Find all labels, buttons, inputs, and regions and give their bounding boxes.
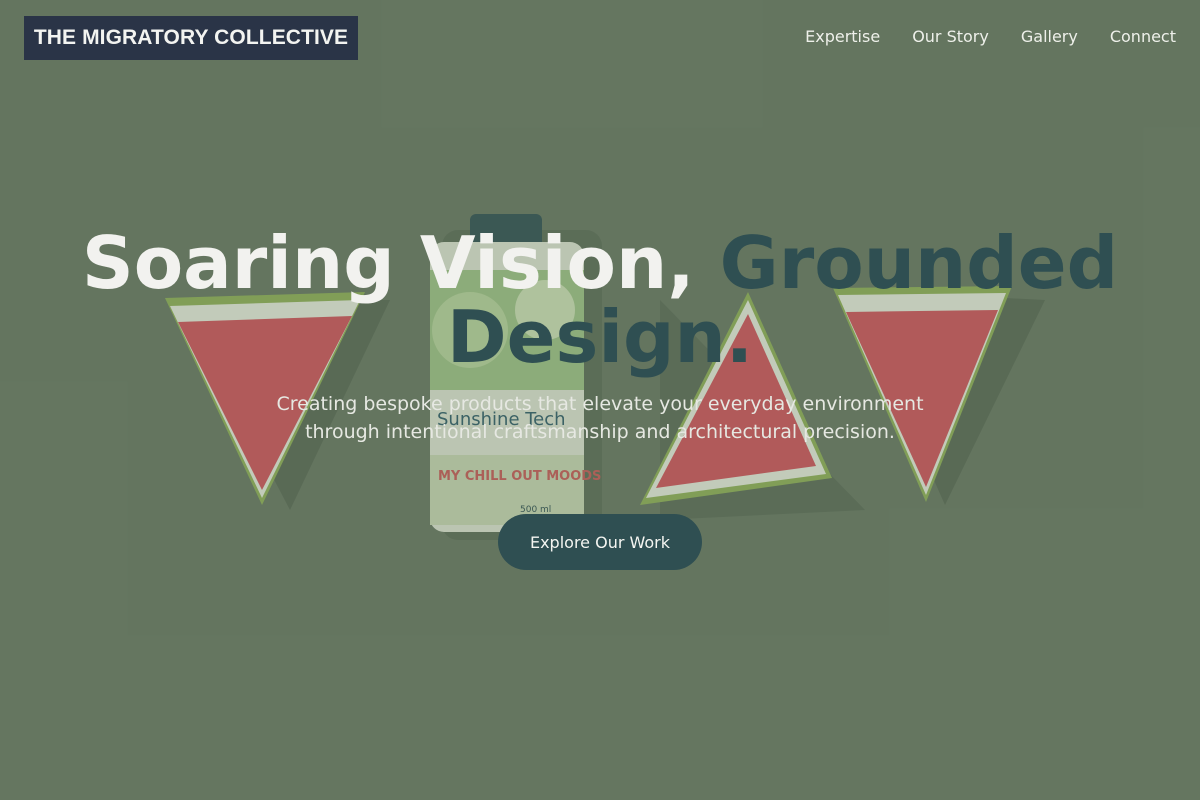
hero-subtitle: Creating bespoke products that elevate y… bbox=[276, 393, 924, 443]
nav-item-connect[interactable]: Connect bbox=[1110, 27, 1176, 47]
nav-item-gallery[interactable]: Gallery bbox=[1021, 27, 1078, 47]
main-nav: Expertise Our Story Gallery Connect bbox=[805, 27, 1176, 47]
explore-work-button[interactable]: Explore Our Work bbox=[498, 514, 702, 570]
nav-item-our-story[interactable]: Our Story bbox=[912, 27, 989, 47]
brand-logo[interactable]: THE MIGRATORY COLLECTIVE bbox=[24, 16, 358, 60]
nav-item-expertise[interactable]: Expertise bbox=[805, 27, 880, 47]
hero-title-main: Soaring Vision, bbox=[81, 221, 695, 305]
hero-title: Soaring Vision, Grounded Design. bbox=[0, 226, 1200, 374]
